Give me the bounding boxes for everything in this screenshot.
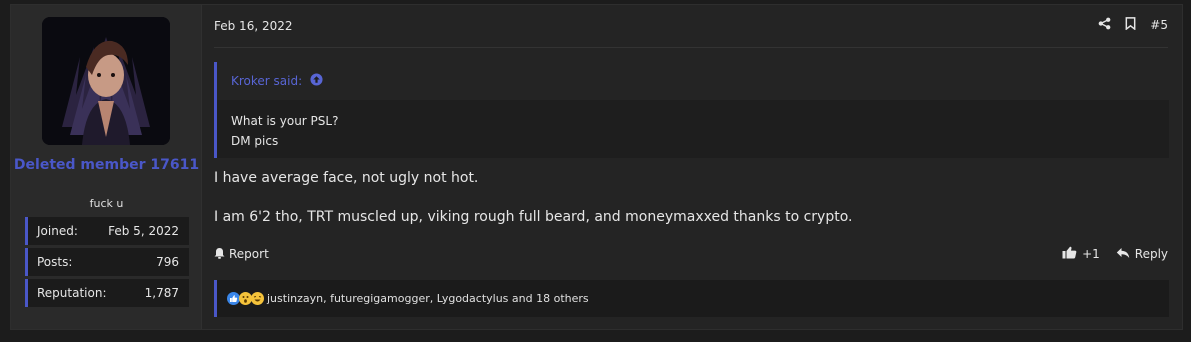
message-line: I am 6'2 tho, TRT muscled up, viking rou… <box>214 209 853 225</box>
stat-joined: Joined: Feb 5, 2022 <box>25 217 189 245</box>
quote-author[interactable]: Kroker said: <box>231 74 302 88</box>
reply-label: Reply <box>1134 247 1168 261</box>
expand-quote-icon[interactable] <box>310 73 323 89</box>
stat-reputation: Reputation: 1,787 <box>25 279 189 307</box>
reply-icon <box>1116 247 1130 262</box>
user-sidebar: Deleted member 17611 fuck u Joined: Feb … <box>11 5 202 329</box>
username[interactable]: Deleted member 17611 <box>11 155 202 176</box>
stat-value: Feb 5, 2022 <box>108 224 179 238</box>
report-button[interactable]: Report <box>214 247 269 262</box>
forum-post: Deleted member 17611 fuck u Joined: Feb … <box>10 4 1183 330</box>
post-actions-right: +1 Reply <box>1062 246 1168 262</box>
quote-header[interactable]: Kroker said: <box>217 62 1169 100</box>
like-button[interactable]: +1 <box>1062 246 1100 262</box>
laugh-reaction-icon <box>251 292 264 305</box>
post-number[interactable]: #5 <box>1150 18 1168 32</box>
quote-block: Kroker said: What is your PSL? DM pics <box>214 62 1169 158</box>
like-icon <box>1062 246 1077 262</box>
stat-label: Posts: <box>37 255 73 269</box>
reply-button[interactable]: Reply <box>1116 247 1168 262</box>
reactions-bar[interactable]: justinzayn, futuregigamogger, Lygodactyl… <box>214 280 1169 317</box>
reaction-icons <box>227 292 264 305</box>
stat-value: 1,787 <box>144 286 179 300</box>
quote-line: What is your PSL? <box>231 114 339 128</box>
report-label: Report <box>229 247 269 261</box>
reactions-list[interactable]: justinzayn, futuregigamogger, Lygodactyl… <box>267 292 589 305</box>
post-main: Feb 16, 2022 #5 Kroker said: What is you… <box>203 5 1182 329</box>
post-actions: Report +1 Reply <box>214 245 1168 263</box>
quote-body: What is your PSL? DM pics <box>231 111 338 151</box>
avatar-image <box>42 17 170 145</box>
quote-line: DM pics <box>231 134 279 148</box>
user-title: fuck u <box>89 197 124 210</box>
post-date[interactable]: Feb 16, 2022 <box>214 19 293 33</box>
post-header-tools: #5 <box>1098 17 1168 33</box>
stat-label: Joined: <box>37 224 78 238</box>
stat-value: 796 <box>156 255 179 269</box>
stat-label: Reputation: <box>37 286 107 300</box>
user-avatar[interactable] <box>42 17 170 145</box>
bookmark-icon[interactable] <box>1125 17 1136 33</box>
header-divider <box>214 47 1168 48</box>
message-line: I have average face, not ugly not hot. <box>214 170 479 186</box>
like-count: +1 <box>1082 247 1100 261</box>
stat-posts: Posts: 796 <box>25 248 189 276</box>
report-icon <box>214 247 225 262</box>
share-icon[interactable] <box>1098 17 1111 33</box>
